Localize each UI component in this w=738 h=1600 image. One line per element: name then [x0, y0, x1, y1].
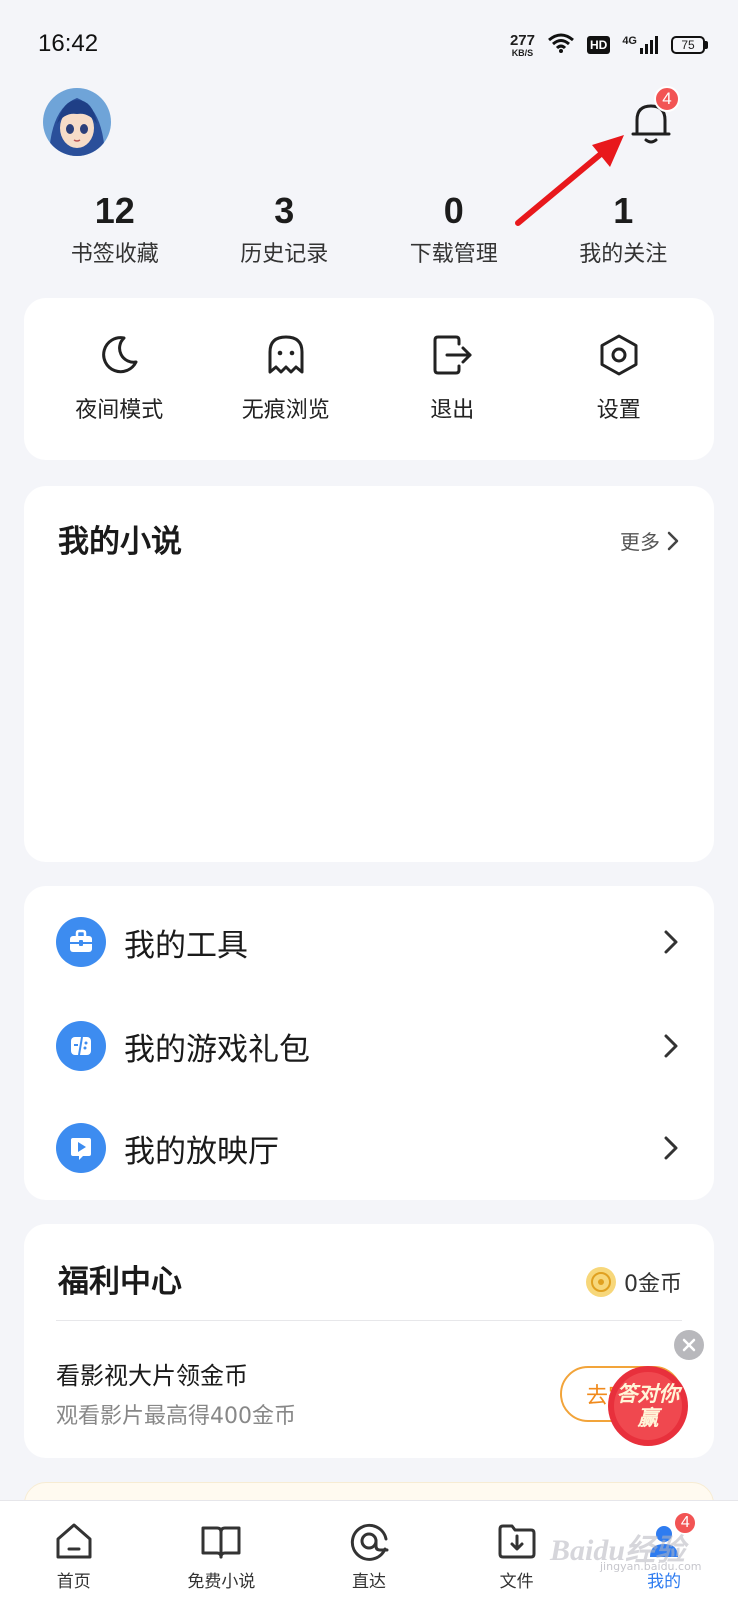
settings-button[interactable]: 设置 — [536, 298, 703, 460]
play-icon — [56, 1123, 106, 1173]
status-time: 16:42 — [38, 30, 99, 57]
toolbox-icon — [56, 917, 106, 967]
nav-label: 首页 — [56, 1572, 91, 1592]
home-icon — [56, 1523, 92, 1559]
ghost-icon — [268, 335, 304, 374]
battery-level: 75 — [671, 36, 705, 54]
nav-home[interactable]: 首页 — [0, 1501, 148, 1600]
stat-label: 历史记录 — [240, 242, 329, 267]
nav-label: 文件 — [499, 1572, 534, 1592]
game-gift-icon — [56, 1021, 106, 1071]
task-subtitle: 观看影片最高得400金币 — [56, 1404, 296, 1429]
stat-history[interactable]: 3 历史记录 — [200, 190, 370, 268]
direct-icon — [350, 1523, 389, 1561]
book-icon — [201, 1526, 241, 1559]
network-speed-unit: KB/S — [511, 47, 534, 58]
chevron-right-icon — [664, 1034, 678, 1058]
quiz-promo-badge[interactable]: 答对你赢 — [606, 1364, 690, 1448]
logout-button[interactable]: 退出 — [369, 298, 536, 460]
tool-label: 我的工具 — [124, 927, 248, 964]
tool-label: 我的游戏礼包 — [124, 1031, 310, 1068]
stat-label: 我的关注 — [579, 242, 668, 267]
coin-balance-label: 0金币 — [624, 1272, 682, 1297]
stat-label: 下载管理 — [409, 242, 498, 267]
stat-value: 0 — [443, 190, 464, 231]
nav-free-novels[interactable]: 免费小说 — [148, 1501, 296, 1600]
stat-following[interactable]: 1 我的关注 — [539, 190, 709, 268]
stat-label: 书签收藏 — [70, 242, 159, 267]
quick-action-label: 设置 — [596, 398, 641, 423]
settings-hexagon-icon — [600, 334, 638, 376]
quick-action-label: 退出 — [430, 398, 475, 423]
logout-icon — [433, 335, 472, 375]
coin-icon — [586, 1267, 616, 1297]
more-label: 更多 — [620, 530, 660, 554]
divider — [56, 1320, 682, 1321]
quick-actions-card: 夜间模式 无痕浏览 退出 设置 — [24, 298, 714, 460]
chevron-right-icon — [664, 1136, 678, 1160]
promo-text: 答对你赢 — [616, 1382, 680, 1430]
chevron-right-icon — [667, 531, 679, 550]
my-game-gifts-row[interactable]: 我的游戏礼包 — [24, 994, 714, 1098]
network-type-label: 4G — [622, 35, 637, 47]
tool-label: 我的放映厅 — [124, 1133, 279, 1170]
welfare-title: 福利中心 — [58, 1264, 182, 1300]
coin-balance[interactable]: 0金币 — [586, 1266, 682, 1298]
stat-value: 3 — [274, 190, 295, 231]
stats-row: 12 书签收藏 3 历史记录 0 下载管理 1 我的关注 — [0, 190, 738, 268]
night-mode-button[interactable]: 夜间模式 — [36, 298, 203, 460]
nav-label: 直达 — [351, 1572, 386, 1592]
stat-value: 12 — [94, 190, 135, 231]
stat-bookmarks[interactable]: 12 书签收藏 — [30, 190, 200, 268]
my-novels-card: 我的小说 更多 — [24, 486, 714, 862]
signal-icon: 4G — [622, 35, 659, 55]
stat-downloads[interactable]: 0 下载管理 — [369, 190, 539, 268]
quick-action-label: 无痕浏览 — [241, 398, 330, 423]
my-novels-title: 我的小说 — [58, 524, 182, 560]
close-icon[interactable] — [674, 1330, 704, 1360]
download-folder-icon — [498, 1524, 536, 1559]
novels-more-link[interactable]: 更多 — [620, 526, 680, 555]
tools-card: 我的工具 我的游戏礼包 我的放映厅 — [24, 886, 714, 1200]
my-cinema-row[interactable]: 我的放映厅 — [24, 1096, 714, 1200]
incognito-button[interactable]: 无痕浏览 — [203, 298, 370, 460]
moon-icon — [102, 336, 138, 374]
my-tools-row[interactable]: 我的工具 — [24, 890, 714, 994]
task-title: 看影视大片领金币 — [56, 1362, 248, 1390]
quick-action-label: 夜间模式 — [75, 398, 164, 423]
network-speed: 277 KB/S — [510, 33, 535, 58]
nav-label: 免费小说 — [187, 1572, 256, 1592]
stat-value: 1 — [613, 190, 634, 231]
watermark-url: jingyan.baidu.com — [600, 1560, 702, 1573]
chevron-right-icon — [664, 930, 678, 954]
status-bar: 16:42 277 KB/S HD 4G 75 — [0, 0, 738, 90]
nav-direct[interactable]: 直达 — [295, 1501, 443, 1600]
network-speed-value: 277 — [509, 31, 535, 49]
wifi-icon — [547, 32, 575, 58]
avatar[interactable] — [43, 88, 111, 156]
status-icons: 277 KB/S HD 4G 75 — [510, 30, 708, 60]
battery-icon: 75 — [671, 36, 708, 54]
hd-icon: HD — [586, 36, 611, 54]
notification-badge: 4 — [654, 86, 680, 112]
notification-button[interactable]: 4 — [626, 86, 680, 148]
